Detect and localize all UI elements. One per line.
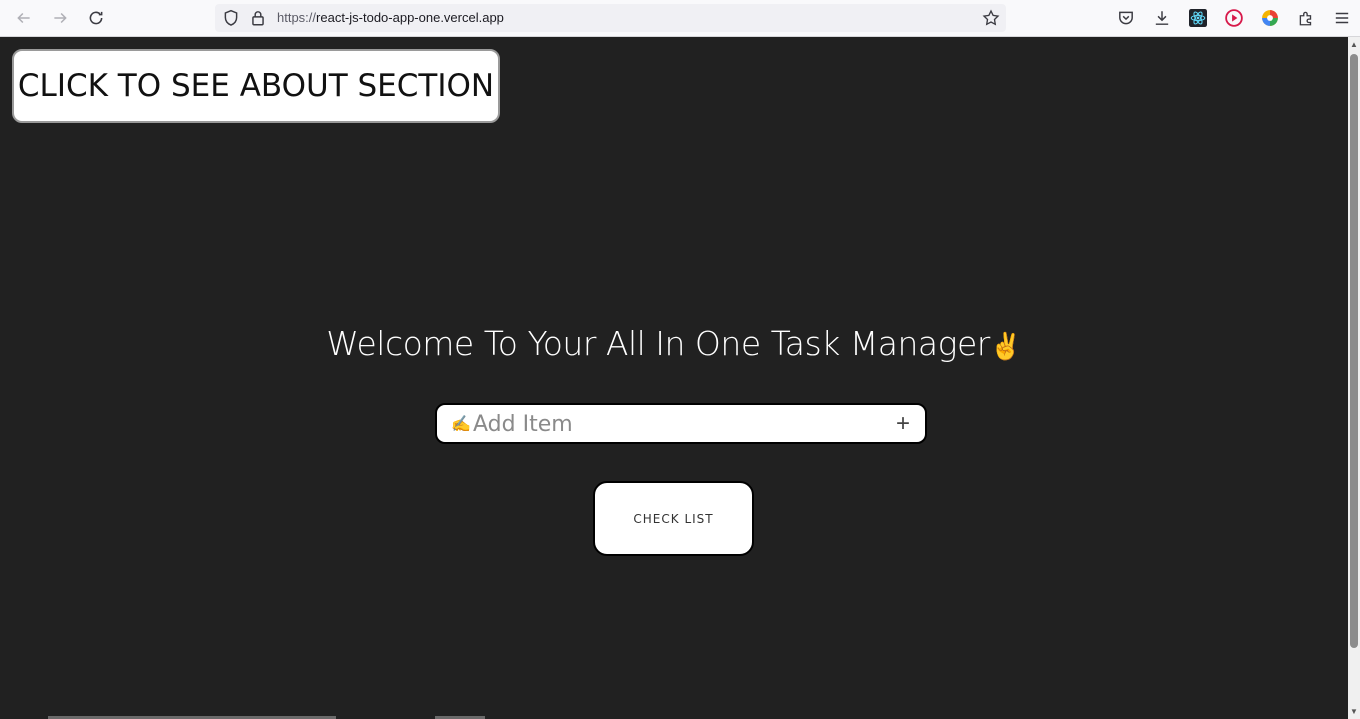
lock-icon[interactable] [246,6,270,30]
url-bar[interactable]: https://react-js-todo-app-one.vercel.app [215,4,1006,32]
extensions-icon[interactable] [1294,6,1318,30]
vertical-scrollbar[interactable]: ▲ ▼ [1348,37,1360,719]
forward-icon[interactable] [48,6,72,30]
url-scheme: https:// [277,10,317,25]
browser-toolbar: https://react-js-todo-app-one.vercel.app [0,0,1360,37]
add-item-field[interactable]: ✍ + [435,403,927,444]
menu-icon[interactable] [1330,6,1354,30]
download-icon[interactable] [1150,6,1174,30]
media-extension-icon[interactable] [1222,6,1246,30]
about-section-button[interactable]: CLICK TO SEE ABOUT SECTION [12,49,500,123]
shield-icon[interactable] [219,6,243,30]
writing-hand-icon: ✍ [451,416,471,433]
add-item-input[interactable] [473,408,873,441]
scroll-up-icon[interactable]: ▲ [1350,40,1358,49]
url-text[interactable]: https://react-js-todo-app-one.vercel.app [277,10,504,25]
welcome-text: Welcome To Your All In One Task Manager [326,324,990,363]
scrollbar-thumb[interactable] [1350,54,1358,648]
pocket-icon[interactable] [1114,6,1138,30]
victory-hand-icon: ✌️ [989,332,1022,362]
todo-app-page: CLICK TO SEE ABOUT SECTION Welcome To Yo… [0,37,1348,719]
color-extension-icon[interactable] [1258,6,1282,30]
back-icon[interactable] [12,6,36,30]
url-host: react-js-todo-app-one.vercel.app [316,10,504,25]
welcome-heading: Welcome To Your All In One Task Manager✌… [0,324,1348,363]
add-item-button[interactable]: + [891,411,915,437]
reload-icon[interactable] [84,6,108,30]
check-list-button[interactable]: CHECK LIST [593,481,754,556]
scroll-down-icon[interactable]: ▼ [1350,707,1358,716]
bookmark-star-icon[interactable] [979,6,1003,30]
react-devtools-icon[interactable] [1186,6,1210,30]
